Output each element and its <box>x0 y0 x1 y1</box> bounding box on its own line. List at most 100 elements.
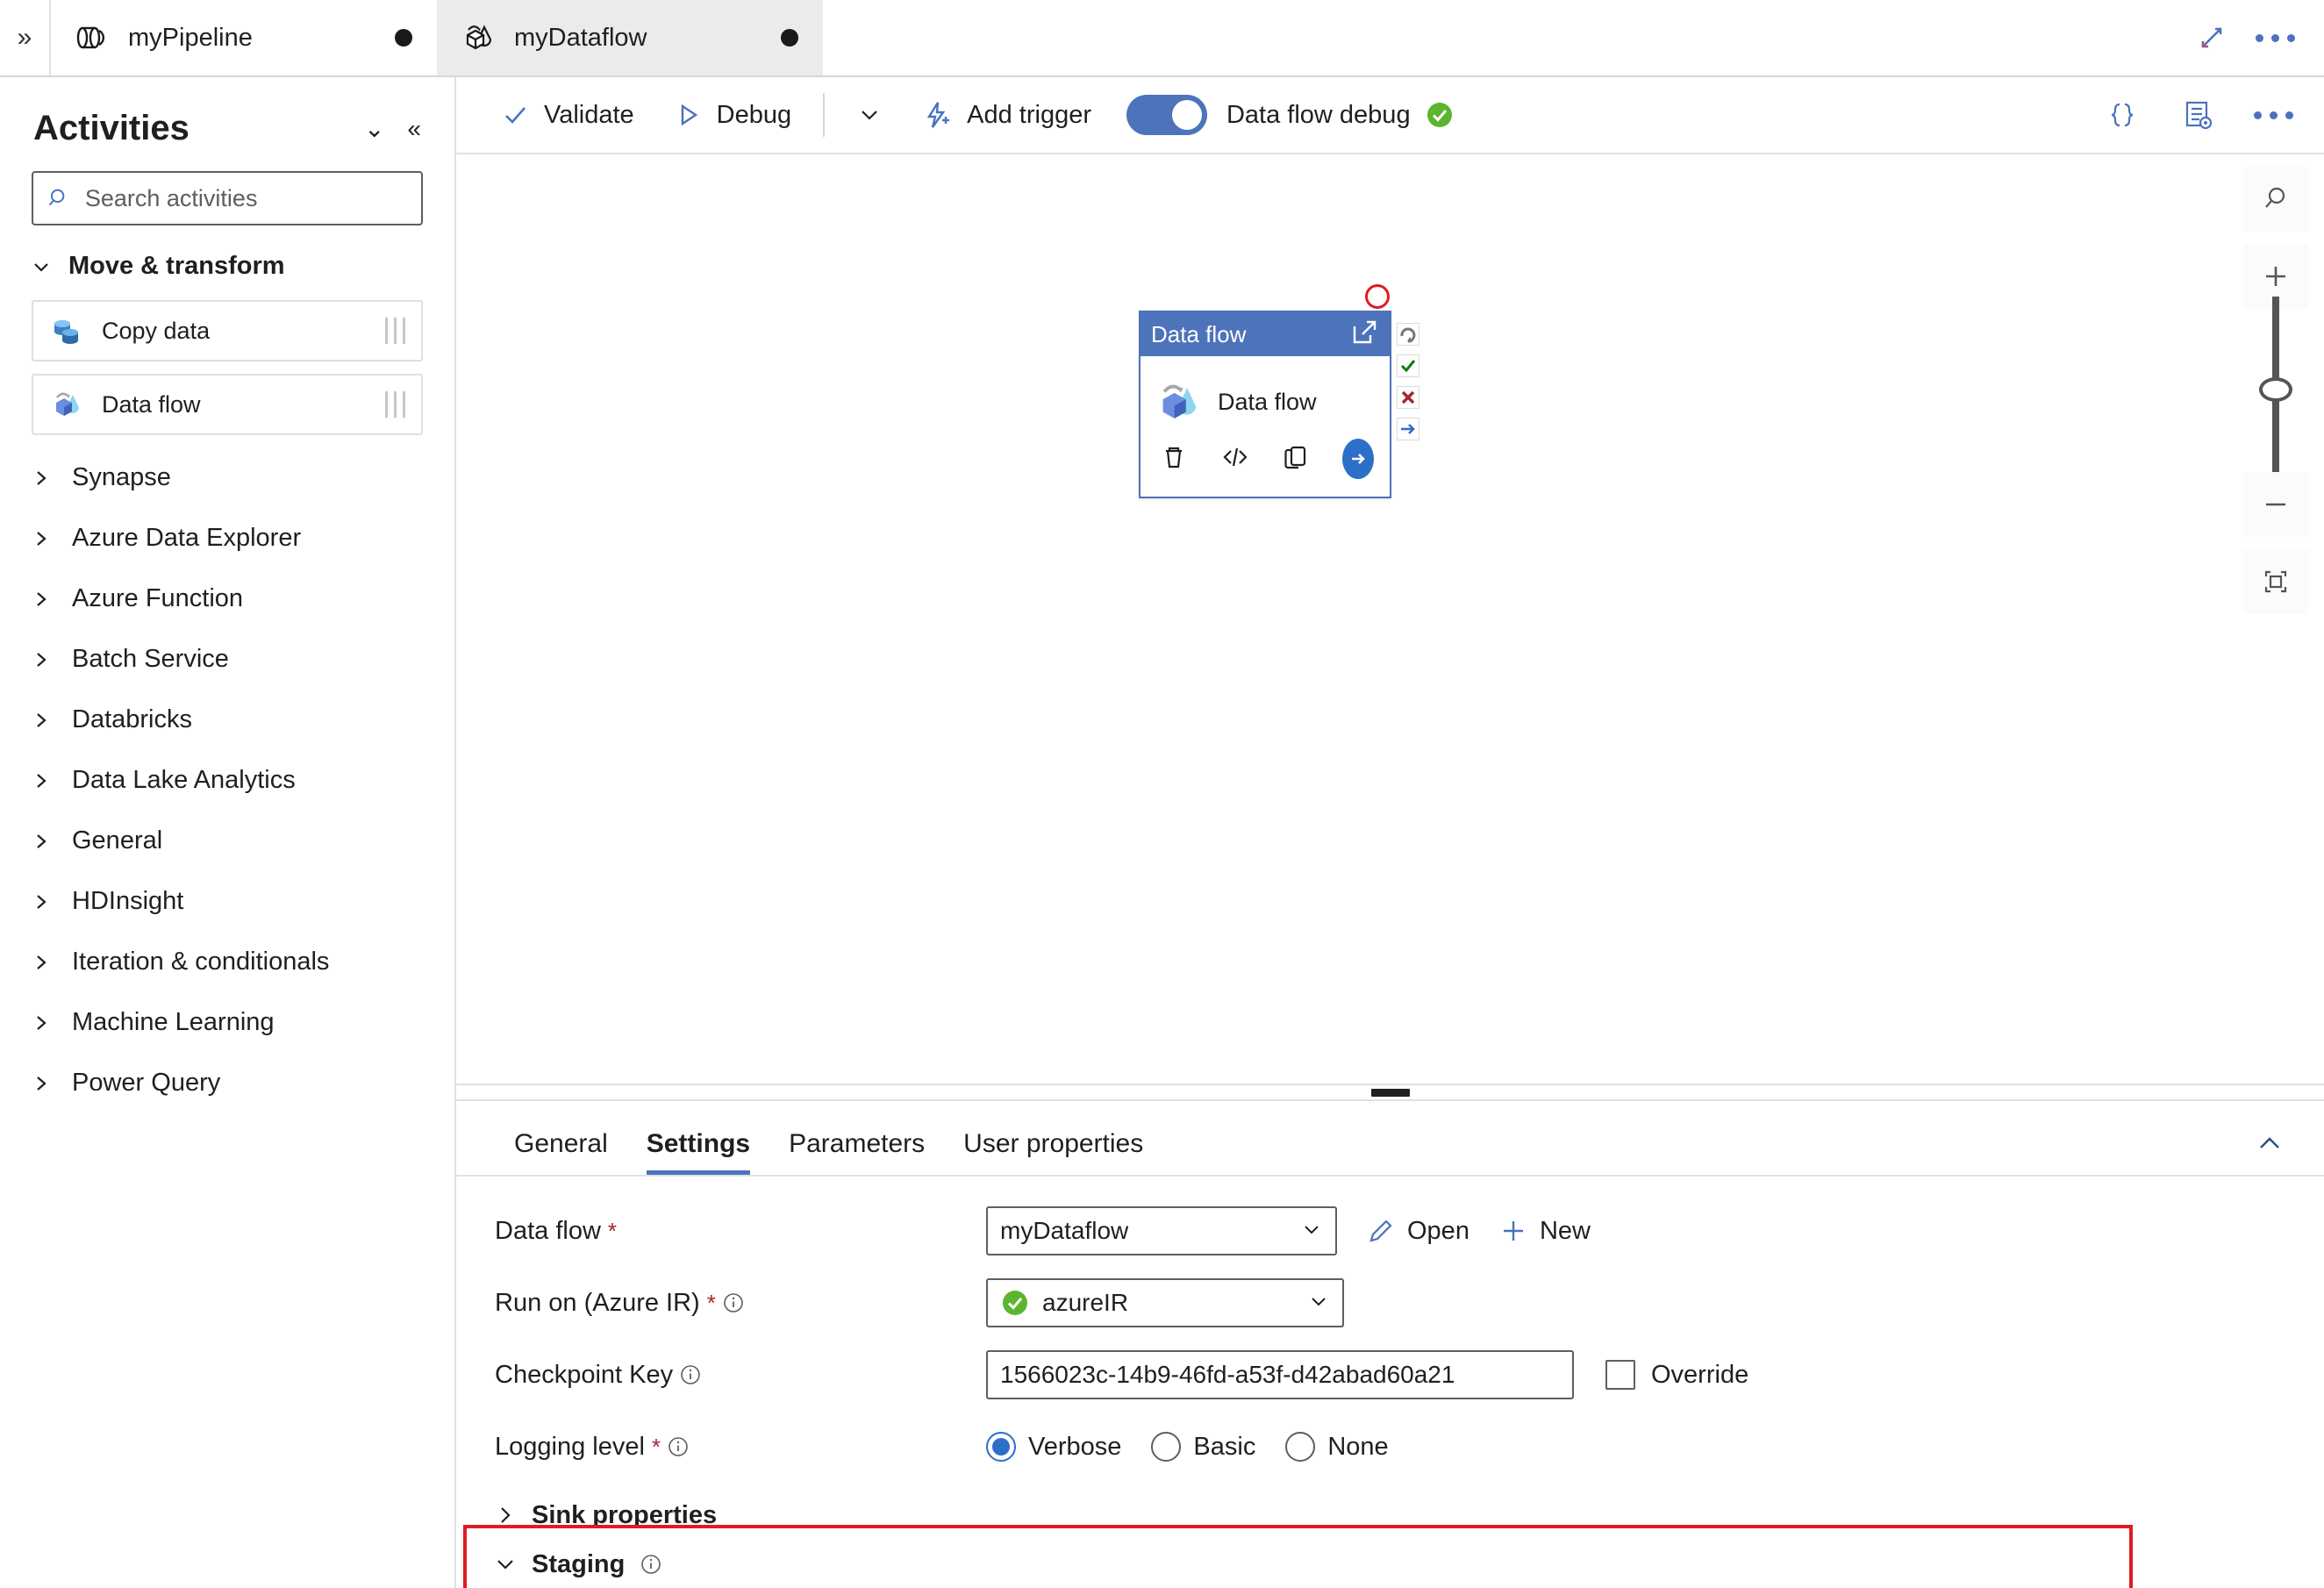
info-icon[interactable] <box>668 1436 689 1457</box>
new-dataflow-button[interactable]: New <box>1499 1217 1591 1246</box>
chevron-right-icon <box>37 712 46 727</box>
sidebar-category-iteration-conditionals[interactable]: Iteration & conditionals <box>0 932 454 992</box>
activity-data-flow[interactable]: Data flow <box>32 374 423 435</box>
checkpoint-key-input[interactable]: 1566023c-14b9-46fd-a53f-d42abad60a21 <box>986 1350 1574 1399</box>
chevron-right-icon <box>37 531 46 546</box>
debug-button[interactable]: Debug <box>654 88 811 142</box>
port-success[interactable] <box>1397 354 1419 377</box>
check-icon <box>505 107 526 124</box>
override-checkbox[interactable] <box>1605 1360 1635 1390</box>
chevron-double-left-icon[interactable]: « <box>407 116 421 141</box>
field-dataflow: Data flow * myDataflow Open New <box>456 1203 2324 1259</box>
sidebar-header-actions: ⌄ « <box>364 116 421 141</box>
arrow-right-circle-icon[interactable] <box>1342 439 1374 479</box>
open-dataflow-button[interactable]: Open <box>1367 1217 1469 1246</box>
port-failure[interactable] <box>1397 386 1419 409</box>
info-icon[interactable] <box>680 1364 701 1385</box>
properties-button[interactable] <box>2166 83 2229 147</box>
dataflow-label: Data flow * <box>495 1217 986 1246</box>
radio-indicator <box>1151 1432 1182 1462</box>
info-icon[interactable] <box>723 1292 744 1313</box>
zoom-out-button[interactable] <box>2243 472 2308 537</box>
sidebar-category-power-query[interactable]: Power Query <box>0 1053 454 1113</box>
tabstrip-more-button[interactable] <box>2243 6 2306 69</box>
tab-general[interactable]: General <box>495 1129 627 1175</box>
sidebar-category-synapse[interactable]: Synapse <box>0 447 454 508</box>
detail-tabs: General Settings Parameters User properties <box>456 1101 2324 1177</box>
zoom-slider-handle[interactable] <box>2259 377 2292 402</box>
category-label: Data Lake Analytics <box>72 766 296 794</box>
tab-mypipeline[interactable]: myPipeline <box>51 0 437 75</box>
sidebar-category-databricks[interactable]: Databricks <box>0 690 454 750</box>
validate-button[interactable]: Validate <box>481 88 654 142</box>
open-in-new-icon[interactable] <box>1349 318 1379 352</box>
category-label: HDInsight <box>72 887 184 915</box>
tab-user-properties[interactable]: User properties <box>944 1129 1162 1175</box>
activity-label: Copy data <box>102 317 211 344</box>
run-on-select[interactable]: azureIR <box>986 1278 1344 1327</box>
code-view-button[interactable] <box>2091 83 2154 147</box>
tab-settings[interactable]: Settings <box>627 1129 769 1175</box>
category-label: Power Query <box>72 1069 221 1097</box>
search-activities-box[interactable] <box>32 171 423 225</box>
data-flow-debug-label: Data flow debug <box>1226 100 1411 129</box>
chevron-down-icon <box>497 1560 513 1570</box>
pipeline-canvas[interactable]: Data flow Data flow <box>456 154 2324 1085</box>
pipeline-toolbar: Validate Debug Add trigger Data flow deb… <box>456 77 2324 154</box>
search-input[interactable] <box>84 184 407 212</box>
chevron-right-icon <box>37 894 46 909</box>
sidebar-category-data-lake-analytics[interactable]: Data Lake Analytics <box>0 750 454 811</box>
zoom-search-button[interactable] <box>2243 167 2308 232</box>
fit-to-screen-button[interactable] <box>2243 549 2308 614</box>
toolbar-more-button[interactable] <box>2242 83 2305 147</box>
drag-handle[interactable] <box>385 391 405 418</box>
collapse-panel-button[interactable] <box>2254 1128 2285 1175</box>
required-marker: * <box>651 1433 661 1460</box>
drag-handle[interactable] <box>385 318 405 344</box>
tab-parameters[interactable]: Parameters <box>769 1129 944 1175</box>
activities-sidebar: Activities ⌄ « Mov <box>0 77 456 1588</box>
section-sink-properties[interactable]: Sink properties <box>456 1491 2324 1540</box>
sidebar-category-general[interactable]: General <box>0 811 454 871</box>
logging-radio-basic[interactable]: Basic <box>1151 1432 1255 1462</box>
pencil-icon <box>1369 1220 1392 1242</box>
override-checkbox-wrap[interactable]: Override <box>1605 1360 1748 1390</box>
logging-radio-verbose[interactable]: Verbose <box>986 1432 1121 1462</box>
logging-radio-none[interactable]: None <box>1285 1432 1389 1462</box>
zoom-slider[interactable] <box>2259 297 2292 472</box>
panel-splitter[interactable] <box>456 1085 2324 1099</box>
sidebar-header: Activities ⌄ « <box>0 77 454 157</box>
port-retry[interactable] <box>1397 323 1419 346</box>
expand-diagonal-icon <box>2201 27 2222 48</box>
info-icon[interactable] <box>640 1554 661 1575</box>
field-checkpoint-key: Checkpoint Key 1566023c-14b9-46fd-a53f-d… <box>456 1347 2324 1403</box>
sidebar-group-move-transform[interactable]: Move & transform <box>0 232 454 300</box>
dataflow-activity-node[interactable]: Data flow Data flow <box>1139 311 1391 498</box>
debug-options-button[interactable] <box>837 88 902 142</box>
category-label: Databricks <box>72 705 192 733</box>
chevron-double-down-icon[interactable]: ⌄ <box>364 116 384 141</box>
check-circle-icon <box>1003 1291 1027 1315</box>
sidebar-category-machine-learning[interactable]: Machine Learning <box>0 992 454 1053</box>
section-staging[interactable]: Staging <box>456 1540 2324 1588</box>
tab-label: myPipeline <box>128 23 253 52</box>
add-trigger-button[interactable]: Add trigger <box>902 88 1111 142</box>
expand-panel-icon[interactable]: » <box>0 0 51 75</box>
port-completion[interactable] <box>1397 418 1419 440</box>
trash-icon[interactable] <box>1158 441 1190 477</box>
copy-data-icon <box>54 320 78 344</box>
maximize-button[interactable] <box>2180 6 2243 69</box>
sidebar-category-hdinsight[interactable]: HDInsight <box>0 871 454 932</box>
copy-icon[interactable] <box>1281 441 1312 477</box>
sidebar-category-batch-service[interactable]: Batch Service <box>0 629 454 690</box>
label-text: Checkpoint Key <box>495 1360 674 1389</box>
data-flow-debug-toggle[interactable] <box>1126 95 1207 135</box>
sidebar-category-azure-data-explorer[interactable]: Azure Data Explorer <box>0 508 454 569</box>
dataflow-select[interactable]: myDataflow <box>986 1206 1337 1255</box>
splitter-handle[interactable] <box>1370 1088 1410 1097</box>
lightning-plus-icon <box>926 102 950 128</box>
activity-copy-data[interactable]: Copy data <box>32 300 423 361</box>
sidebar-category-azure-function[interactable]: Azure Function <box>0 569 454 629</box>
tab-mydataflow[interactable]: myDataflow <box>437 0 823 75</box>
code-icon[interactable] <box>1219 441 1251 477</box>
